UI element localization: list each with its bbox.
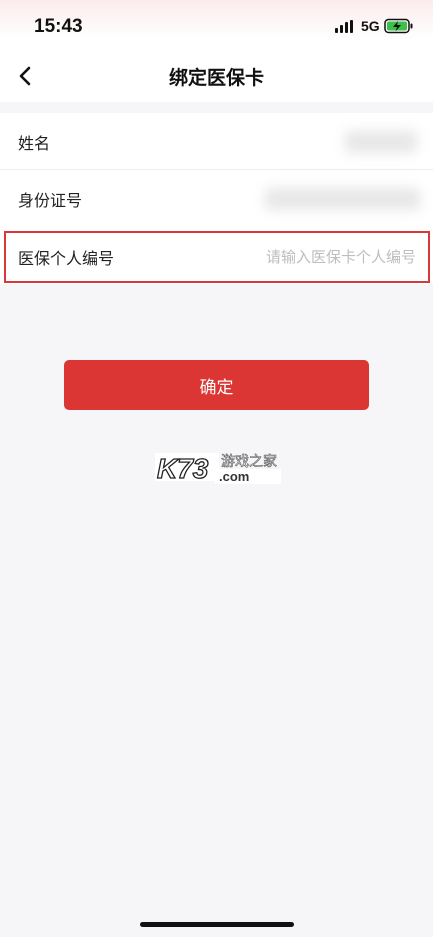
- status-time: 15:43: [34, 16, 83, 37]
- page-title: 绑定医保卡: [168, 67, 264, 89]
- network-type: 5G: [361, 18, 380, 34]
- signal-icon: [335, 20, 355, 33]
- name-label: 姓名: [18, 133, 51, 153]
- top-bar: 15:43 5G 绑定医保卡: [0, 0, 433, 102]
- svg-text:游戏之家: 游戏之家: [221, 453, 277, 470]
- id-value-redacted: [265, 187, 420, 210]
- home-indicator[interactable]: [140, 922, 294, 927]
- bind-card-form: 姓名 身份证号 医保个人编号: [0, 113, 433, 284]
- battery-charging-icon: [384, 18, 414, 34]
- insurance-number-input[interactable]: [186, 248, 416, 266]
- id-row: 身份证号: [0, 170, 433, 227]
- name-value-redacted: [345, 130, 417, 153]
- svg-text:.com: .com: [219, 469, 249, 484]
- svg-text:K73: K73: [157, 453, 209, 484]
- name-row: 姓名: [0, 113, 433, 170]
- insurance-number-row[interactable]: 医保个人编号: [4, 231, 430, 283]
- confirm-button[interactable]: 确定: [64, 360, 369, 410]
- id-label: 身份证号: [18, 190, 83, 210]
- insurance-number-label: 医保个人编号: [18, 249, 115, 268]
- watermark-logo: K73 游戏之家 .com: [155, 451, 281, 485]
